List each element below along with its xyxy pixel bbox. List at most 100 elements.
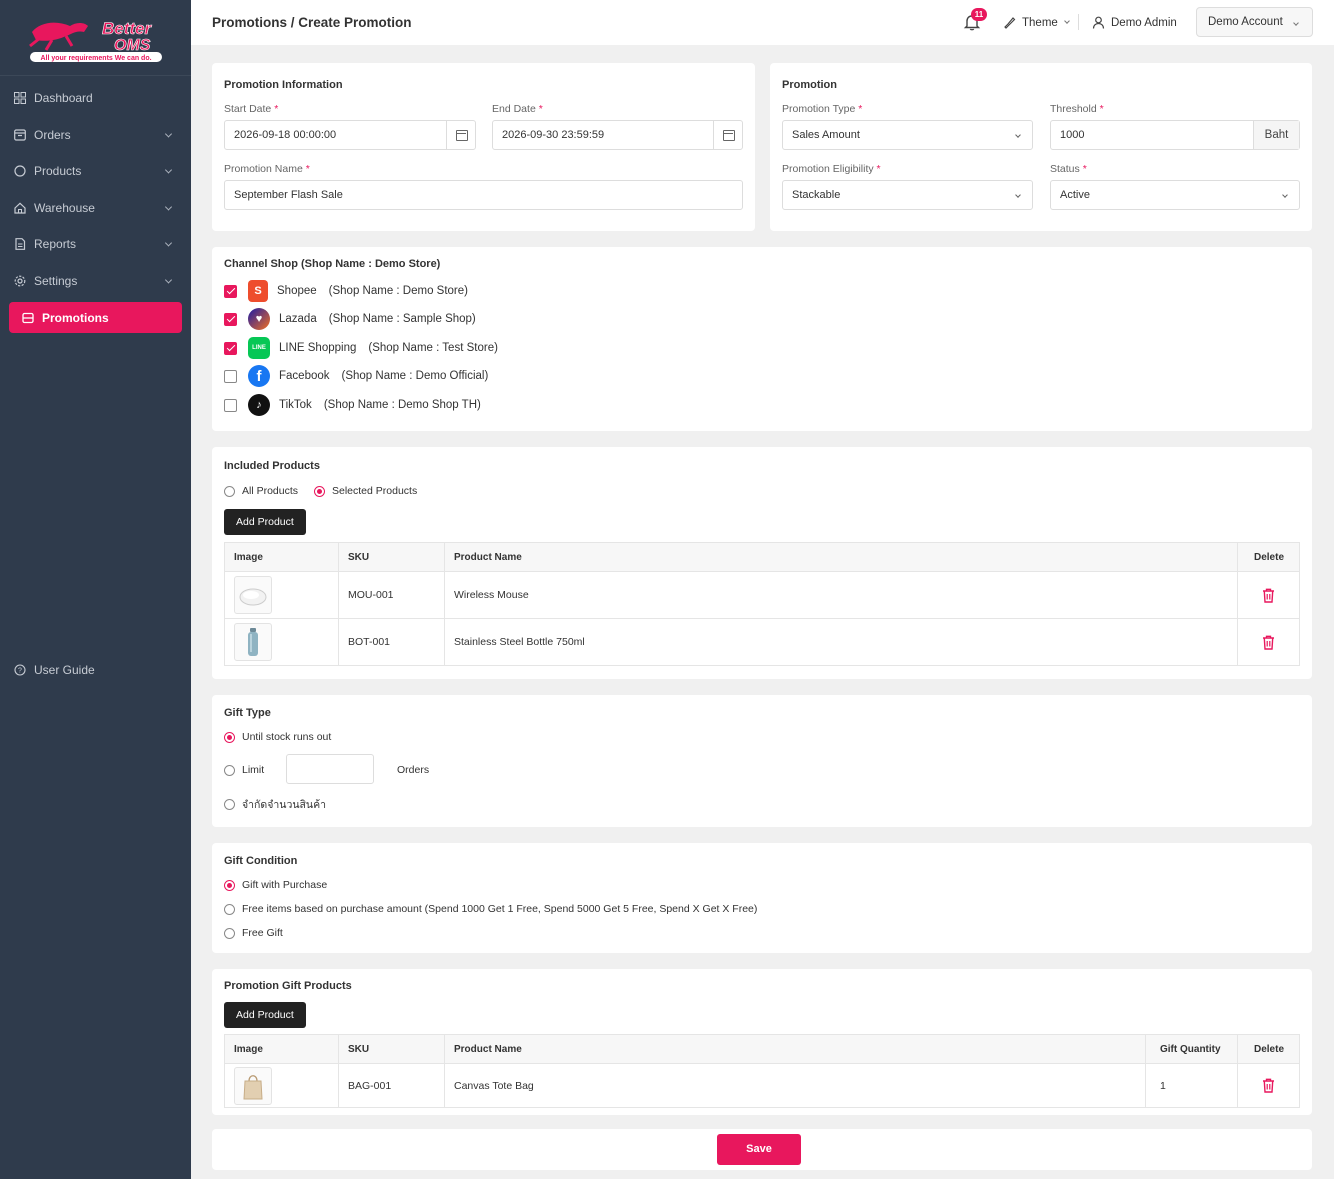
line-icon: LINE: [248, 337, 270, 359]
sidebar-item-dashboard[interactable]: Dashboard: [0, 80, 191, 117]
tote-bag-image: [243, 1074, 263, 1099]
trash-icon: [1263, 588, 1274, 603]
theme-dropdown[interactable]: Theme: [1003, 16, 1070, 29]
save-button[interactable]: Save: [717, 1134, 801, 1165]
sidebar: Better OMS All your requirements We can …: [0, 0, 191, 1179]
sidebar-item-label: Warehouse: [34, 200, 95, 215]
chevron-down-icon: [164, 239, 173, 247]
account-label: Demo Account: [1208, 16, 1283, 28]
sidebar-item-orders[interactable]: Orders: [0, 117, 191, 154]
delete-button[interactable]: [1253, 1064, 1284, 1107]
radio-label: Free Gift: [242, 927, 283, 939]
limit-orders-input[interactable]: [286, 754, 374, 784]
chevron-down-icon: [1282, 192, 1288, 198]
col-product-name: Product Name: [454, 1044, 522, 1055]
gift-type-card: Gift Type Until stock runs out Limit Ord…: [212, 695, 1312, 827]
promotion-information-card: Promotion Information Start Date * 2026-…: [212, 63, 755, 231]
channel-shop-name: (Shop Name : Sample Shop): [328, 313, 476, 325]
calendar-icon[interactable]: [713, 121, 742, 149]
eligibility-select[interactable]: Stackable: [782, 180, 1033, 210]
sidebar-item-label: Orders: [34, 127, 71, 142]
table-header: [225, 543, 1299, 571]
radio-until-stock[interactable]: Until stock runs out: [224, 731, 331, 743]
radio-free-gift[interactable]: Free Gift: [224, 927, 283, 939]
channel-name: Facebook: [279, 370, 330, 382]
sidebar-item-products[interactable]: Products: [0, 153, 191, 190]
notification-badge: 11: [971, 8, 987, 21]
channel-name: TikTok: [279, 399, 312, 411]
section-title: Promotion Gift Products: [224, 980, 352, 992]
mouse-image: [239, 588, 267, 606]
checkbox[interactable]: [224, 398, 237, 412]
radio-limit[interactable]: Limit: [224, 764, 264, 776]
promotion-name-label: Promotion Name *: [224, 163, 310, 175]
radio[interactable]: [224, 927, 235, 939]
radio-label: Gift with Purchase: [242, 879, 328, 891]
gear-icon: [14, 275, 26, 287]
section-title: Channel Shop (Shop Name : Demo Store): [224, 258, 441, 270]
product-thumbnail: [234, 1066, 272, 1105]
channel-line-shopping[interactable]: LINE LINE Shopping (Shop Name : Test Sto…: [224, 336, 498, 360]
bottle-image: [248, 628, 258, 656]
channel-shopee[interactable]: S Shopee (Shop Name : Demo Store): [224, 279, 468, 303]
checkbox[interactable]: [224, 341, 237, 355]
radio[interactable]: [224, 485, 235, 497]
channel-facebook[interactable]: f Facebook (Shop Name : Demo Official): [224, 364, 488, 388]
sidebar-item-reports[interactable]: Reports: [0, 226, 191, 263]
included-products-table: Image SKU Product Name Delete MOU-001 Wi…: [224, 542, 1300, 666]
sidebar-item-promotions[interactable]: Promotions: [9, 302, 182, 333]
promotion-name-input[interactable]: September Flash Sale: [224, 180, 743, 210]
add-product-button[interactable]: Add Product: [224, 509, 306, 535]
sidebar-item-user-guide[interactable]: ? User Guide: [0, 652, 109, 689]
user-icon: [1092, 16, 1105, 29]
radio[interactable]: [224, 731, 235, 743]
channel-shop-name: (Shop Name : Demo Official): [341, 370, 489, 382]
radio-all-products[interactable]: All Products: [224, 485, 298, 497]
user-menu[interactable]: Demo Admin: [1092, 16, 1177, 29]
checkbox[interactable]: [224, 369, 237, 383]
delete-button[interactable]: [1253, 619, 1284, 665]
lazada-icon: ♥: [248, 308, 270, 330]
channel-lazada[interactable]: ♥ Lazada (Shop Name : Sample Shop): [224, 307, 476, 331]
sku-cell: BOT-001: [348, 636, 391, 648]
sidebar-item-settings[interactable]: Settings: [0, 263, 191, 300]
radio[interactable]: [224, 764, 235, 776]
add-gift-product-button[interactable]: Add Product: [224, 1002, 306, 1028]
threshold-input[interactable]: 1000 Baht: [1050, 120, 1300, 150]
gift-products-table: Image SKU Product Name Gift Quantity Del…: [224, 1034, 1300, 1108]
calendar-icon[interactable]: [446, 121, 475, 149]
help-icon: ?: [14, 664, 26, 676]
brand-name-line2: OMS: [114, 37, 151, 54]
radio[interactable]: [224, 879, 235, 891]
sku-cell: BAG-001: [348, 1079, 392, 1092]
chevron-down-icon: [164, 166, 173, 174]
table-row: [225, 1064, 281, 1107]
start-date-value: 2026-09-18 00:00:00: [234, 129, 337, 141]
checkbox[interactable]: [224, 312, 237, 326]
radio-selected-products[interactable]: Selected Products: [314, 485, 417, 497]
chevron-down-icon: [1293, 20, 1299, 26]
radio[interactable]: [224, 903, 235, 915]
channel-tiktok[interactable]: ♪ TikTok (Shop Name : Demo Shop TH): [224, 393, 481, 417]
tag-icon: [22, 312, 34, 323]
end-date-input[interactable]: 2026-09-30 23:59:59: [492, 120, 743, 150]
radio-tiered-free-items[interactable]: Free items based on purchase amount (Spe…: [224, 903, 757, 915]
radio-gift-with-purchase[interactable]: Gift with Purchase: [224, 879, 327, 891]
start-date-input[interactable]: 2026-09-18 00:00:00: [224, 120, 476, 150]
radio-limit-product-qty[interactable]: จำกัดจำนวนสินค้า: [224, 796, 326, 813]
radio[interactable]: [224, 799, 235, 810]
promotion-card: Promotion Promotion Type * Sales Amount …: [770, 63, 1312, 231]
radio-label: Limit: [242, 764, 265, 776]
table-header: [225, 1035, 1299, 1063]
sidebar-item-warehouse[interactable]: Warehouse: [0, 190, 191, 227]
brand-logo[interactable]: Better OMS All your requirements We can …: [0, 0, 191, 76]
radio[interactable]: [314, 485, 325, 497]
checkbox[interactable]: [224, 284, 237, 298]
account-selector[interactable]: Demo Account: [1196, 7, 1313, 37]
section-title: Promotion: [782, 79, 837, 91]
col-sku: SKU: [348, 552, 370, 563]
status-select[interactable]: Active: [1050, 180, 1300, 210]
trash-icon: [1263, 1078, 1274, 1093]
promotion-type-select[interactable]: Sales Amount: [782, 120, 1033, 150]
delete-button[interactable]: [1253, 572, 1284, 618]
